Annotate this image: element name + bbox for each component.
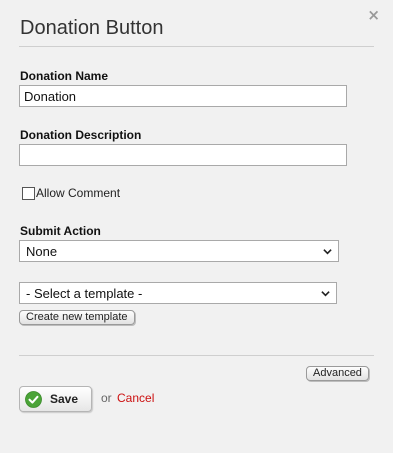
save-button[interactable]: Save bbox=[19, 386, 92, 412]
donation-name-label: Donation Name bbox=[20, 69, 109, 83]
submit-action-value: None bbox=[26, 243, 58, 259]
chevron-down-icon bbox=[321, 290, 330, 296]
divider bbox=[19, 355, 374, 356]
donation-description-label: Donation Description bbox=[20, 128, 142, 142]
save-label: Save bbox=[50, 392, 79, 406]
advanced-button[interactable]: Advanced bbox=[306, 366, 369, 381]
template-select[interactable]: - Select a template - bbox=[19, 282, 337, 304]
dialog-title: Donation Button bbox=[20, 17, 164, 39]
template-select-value: - Select a template - bbox=[26, 285, 143, 301]
donation-name-input[interactable] bbox=[19, 85, 347, 107]
donation-button-dialog: × Donation Button Donation Name Donation… bbox=[0, 0, 393, 453]
allow-comment-label[interactable]: Allow Comment bbox=[36, 186, 120, 200]
donation-description-input[interactable] bbox=[19, 144, 347, 166]
allow-comment-checkbox[interactable] bbox=[22, 186, 35, 200]
allow-comment-row: Allow Comment bbox=[22, 186, 120, 200]
divider bbox=[19, 46, 374, 47]
checkmark-icon bbox=[25, 390, 42, 408]
chevron-down-icon bbox=[323, 248, 332, 254]
create-new-template-button[interactable]: Create new template bbox=[19, 310, 135, 325]
submit-action-select[interactable]: None bbox=[19, 240, 339, 262]
cancel-link[interactable]: Cancel bbox=[117, 391, 154, 405]
close-icon[interactable]: × bbox=[367, 6, 380, 24]
or-text: or bbox=[101, 391, 112, 405]
submit-action-label: Submit Action bbox=[20, 224, 101, 238]
